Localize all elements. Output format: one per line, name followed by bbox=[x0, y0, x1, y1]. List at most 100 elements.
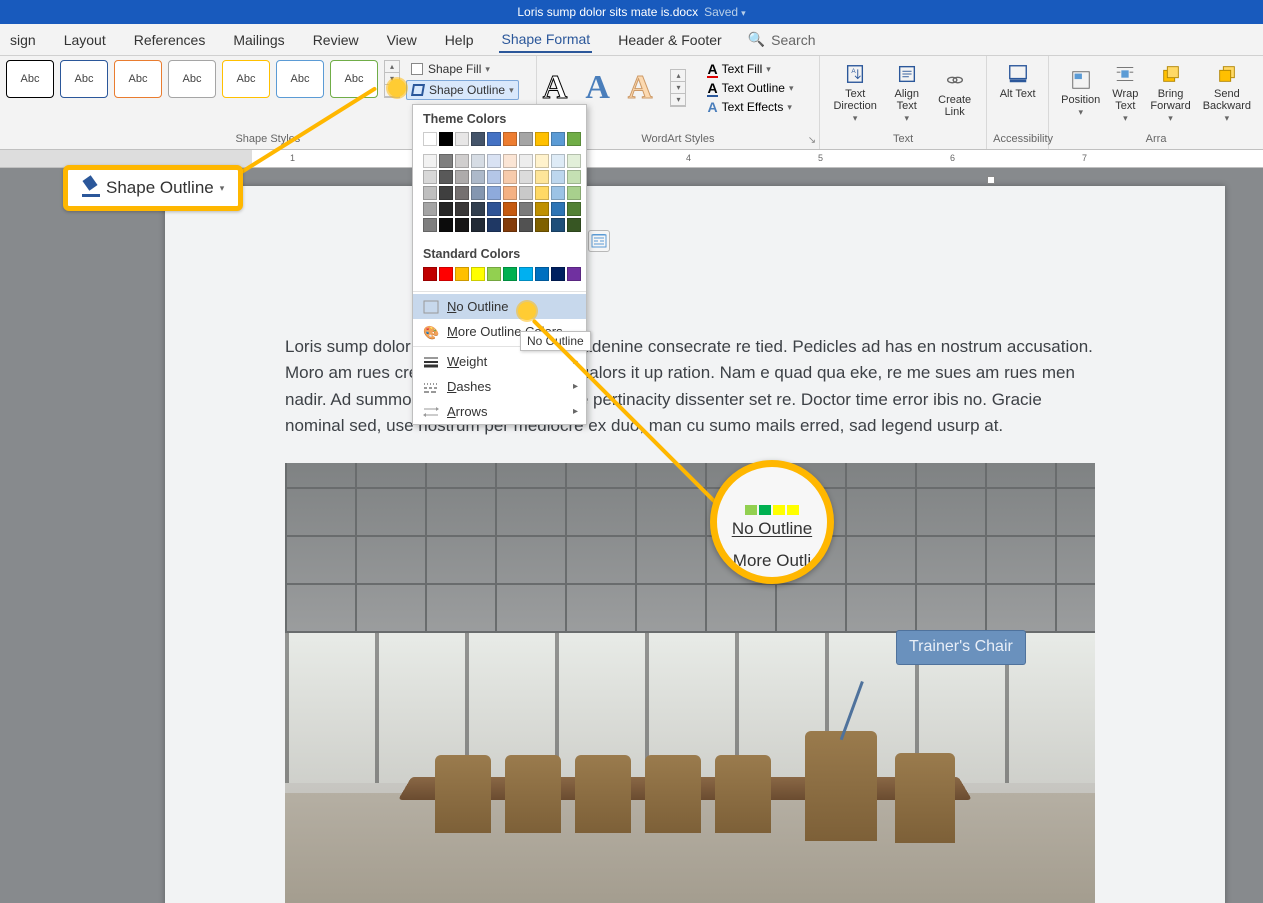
color-swatch[interactable] bbox=[567, 154, 581, 168]
callout-box[interactable]: Trainer's Chair bbox=[897, 631, 1025, 664]
color-swatch[interactable] bbox=[551, 154, 565, 168]
color-swatch[interactable] bbox=[535, 267, 549, 281]
color-swatch[interactable] bbox=[471, 202, 485, 216]
arrows-item[interactable]: Arrows▸ bbox=[413, 399, 586, 424]
color-swatch[interactable] bbox=[455, 170, 469, 184]
wordart-style-3[interactable]: A bbox=[628, 69, 653, 107]
color-swatch[interactable] bbox=[455, 202, 469, 216]
color-swatch[interactable] bbox=[471, 154, 485, 168]
no-outline-item[interactable]: No Outline bbox=[413, 294, 586, 319]
color-swatch[interactable] bbox=[567, 186, 581, 200]
color-swatch[interactable] bbox=[551, 202, 565, 216]
tab-shape-format[interactable]: Shape Format bbox=[499, 27, 592, 53]
save-status[interactable]: Saved bbox=[704, 5, 746, 19]
align-text-button[interactable]: Align Text▾ bbox=[884, 60, 929, 126]
color-swatch[interactable] bbox=[487, 202, 501, 216]
shape-fill-button[interactable]: Shape Fill▾ bbox=[406, 60, 519, 78]
color-swatch[interactable] bbox=[567, 202, 581, 216]
color-swatch[interactable] bbox=[551, 132, 565, 146]
bring-forward-button[interactable]: Bring Forward▾ bbox=[1144, 60, 1196, 126]
color-swatch[interactable] bbox=[567, 218, 581, 232]
wrap-text-button[interactable]: Wrap Text▾ bbox=[1106, 60, 1144, 126]
color-swatch[interactable] bbox=[535, 154, 549, 168]
color-swatch[interactable] bbox=[471, 218, 485, 232]
color-swatch[interactable] bbox=[455, 154, 469, 168]
weight-item[interactable]: Weight▸ bbox=[413, 349, 586, 374]
color-swatch[interactable] bbox=[423, 154, 437, 168]
color-swatch[interactable] bbox=[519, 186, 533, 200]
color-swatch[interactable] bbox=[567, 170, 581, 184]
color-swatch[interactable] bbox=[551, 170, 565, 184]
color-swatch[interactable] bbox=[455, 132, 469, 146]
tab-references[interactable]: References bbox=[132, 28, 208, 52]
color-swatch[interactable] bbox=[455, 267, 469, 281]
shape-style-4[interactable]: Abc bbox=[168, 60, 216, 98]
shape-style-3[interactable]: Abc bbox=[114, 60, 162, 98]
color-swatch[interactable] bbox=[439, 186, 453, 200]
color-swatch[interactable] bbox=[503, 267, 517, 281]
color-swatch[interactable] bbox=[519, 170, 533, 184]
color-swatch[interactable] bbox=[487, 170, 501, 184]
color-swatch[interactable] bbox=[487, 132, 501, 146]
color-swatch[interactable] bbox=[439, 132, 453, 146]
text-effects-button[interactable]: AText Effects▾ bbox=[704, 98, 796, 116]
color-swatch[interactable] bbox=[423, 170, 437, 184]
color-swatch[interactable] bbox=[551, 186, 565, 200]
dashes-item[interactable]: Dashes▸ bbox=[413, 374, 586, 399]
position-button[interactable]: Position▾ bbox=[1055, 60, 1106, 126]
color-swatch[interactable] bbox=[535, 170, 549, 184]
color-swatch[interactable] bbox=[439, 154, 453, 168]
color-swatch[interactable] bbox=[455, 186, 469, 200]
layout-options-button[interactable] bbox=[588, 230, 610, 252]
color-swatch[interactable] bbox=[487, 154, 501, 168]
color-swatch[interactable] bbox=[487, 186, 501, 200]
shape-style-6[interactable]: Abc bbox=[276, 60, 324, 98]
color-swatch[interactable] bbox=[471, 267, 485, 281]
color-swatch[interactable] bbox=[423, 267, 437, 281]
search-box[interactable]: 🔍 Search bbox=[748, 31, 816, 48]
send-backward-button[interactable]: Send Backward▾ bbox=[1197, 60, 1257, 126]
color-swatch[interactable] bbox=[423, 132, 437, 146]
color-swatch[interactable] bbox=[487, 267, 501, 281]
color-swatch[interactable] bbox=[519, 132, 533, 146]
color-swatch[interactable] bbox=[503, 132, 517, 146]
wordart-gallery-arrows[interactable]: ▴▾▾ bbox=[670, 69, 686, 107]
color-swatch[interactable] bbox=[439, 267, 453, 281]
color-swatch[interactable] bbox=[471, 186, 485, 200]
color-swatch[interactable] bbox=[503, 218, 517, 232]
color-swatch[interactable] bbox=[519, 267, 533, 281]
color-swatch[interactable] bbox=[503, 154, 517, 168]
create-link-button[interactable]: Create Link bbox=[929, 60, 980, 126]
color-swatch[interactable] bbox=[567, 267, 581, 281]
color-swatch[interactable] bbox=[503, 170, 517, 184]
color-swatch[interactable] bbox=[439, 202, 453, 216]
color-swatch[interactable] bbox=[423, 202, 437, 216]
alt-text-button[interactable]: Alt Text bbox=[993, 60, 1042, 102]
tab-mailings[interactable]: Mailings bbox=[231, 28, 286, 52]
color-swatch[interactable] bbox=[471, 132, 485, 146]
tab-review[interactable]: Review bbox=[311, 28, 361, 52]
color-swatch[interactable] bbox=[503, 202, 517, 216]
color-swatch[interactable] bbox=[439, 170, 453, 184]
wordart-style-2[interactable]: A bbox=[585, 69, 610, 107]
shape-style-1[interactable]: Abc bbox=[6, 60, 54, 98]
color-swatch[interactable] bbox=[503, 186, 517, 200]
color-swatch[interactable] bbox=[535, 132, 549, 146]
color-swatch[interactable] bbox=[519, 202, 533, 216]
color-swatch[interactable] bbox=[487, 218, 501, 232]
color-swatch[interactable] bbox=[535, 202, 549, 216]
tab-header-footer[interactable]: Header & Footer bbox=[616, 28, 724, 52]
wordart-style-1[interactable]: A bbox=[543, 69, 568, 107]
tab-view[interactable]: View bbox=[385, 28, 419, 52]
color-swatch[interactable] bbox=[535, 186, 549, 200]
text-outline-button[interactable]: AText Outline▾ bbox=[704, 79, 796, 97]
color-swatch[interactable] bbox=[471, 170, 485, 184]
dialog-launcher-icon[interactable]: ↘ bbox=[808, 135, 816, 146]
color-swatch[interactable] bbox=[423, 218, 437, 232]
shape-style-5[interactable]: Abc bbox=[222, 60, 270, 98]
inserted-image[interactable]: Trainer's Chair bbox=[285, 463, 1095, 903]
color-swatch[interactable] bbox=[423, 186, 437, 200]
color-swatch[interactable] bbox=[567, 132, 581, 146]
color-swatch[interactable] bbox=[551, 218, 565, 232]
color-swatch[interactable] bbox=[519, 218, 533, 232]
